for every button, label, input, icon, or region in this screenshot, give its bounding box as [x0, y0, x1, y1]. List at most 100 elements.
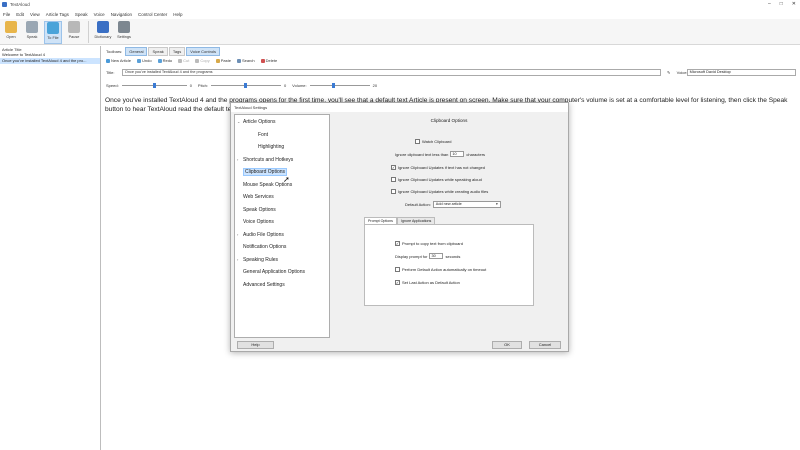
speed-thumb[interactable]	[152, 83, 156, 88]
cut-button[interactable]: Cut	[178, 58, 189, 63]
pitch-label: Pitch:	[197, 83, 208, 88]
speak-label: Speak	[26, 35, 38, 39]
tab-voice-controls[interactable]: Voice Controls	[186, 46, 221, 56]
paste-label: Paste	[220, 58, 231, 63]
tab-speak[interactable]: Speak	[148, 46, 168, 56]
menu-item-file[interactable]: File	[3, 12, 10, 17]
settings-label: Settings	[117, 35, 131, 39]
pencil-icon[interactable]: ✎	[665, 70, 673, 75]
tab-general[interactable]: General	[125, 46, 148, 56]
tree-item-mouse-speak-options[interactable]: Mouse Speak Options	[237, 181, 292, 189]
paste-button[interactable]: Paste	[215, 58, 231, 63]
menu-item-edit[interactable]: Edit	[16, 12, 24, 17]
paste-icon	[215, 58, 220, 63]
tree-item-speak-options[interactable]: Speak Options	[237, 206, 276, 214]
menu-item-view[interactable]: View	[30, 12, 40, 17]
speed-slider[interactable]	[121, 83, 187, 88]
perform-default-label: Perform Default Action automatically on …	[402, 267, 487, 272]
tab-ignore-applications[interactable]: Ignore Applications	[396, 217, 436, 224]
display-prompt-suffix: seconds	[445, 253, 461, 259]
open-button[interactable]: Open	[2, 21, 20, 44]
tree-item-label: Voice Options	[243, 219, 274, 225]
tree-item-shortcuts-and-hotkeys[interactable]: › Shortcuts and Hotkeys	[237, 156, 293, 164]
minimize-icon[interactable]: –	[768, 1, 771, 7]
ok-button[interactable]: OK	[492, 341, 522, 349]
ignore-less-input[interactable]: 10	[450, 151, 465, 157]
set-last-checkbox[interactable]: ✓	[395, 280, 400, 285]
tree-item-article-options[interactable]: ⌄ Article Options	[237, 118, 276, 126]
new-article-button[interactable]: New Article	[106, 58, 131, 63]
ignore-unchanged-checkbox[interactable]: ✓	[391, 165, 396, 170]
pause-button[interactable]: Pause	[65, 21, 83, 44]
close-icon[interactable]: ✕	[792, 1, 796, 7]
speed-label: Speed:	[106, 83, 119, 88]
volume-slider[interactable]	[309, 83, 370, 88]
tree-item-advanced-settings[interactable]: Advanced Settings	[237, 281, 285, 289]
default-action-select[interactable]: Add new article ▾	[432, 201, 501, 208]
tree-item-label: Mouse Speak Options	[243, 181, 293, 188]
pitch-slider[interactable]	[210, 83, 281, 88]
ignore-less-suffix: characters	[466, 151, 486, 157]
perform-default-checkbox[interactable]	[395, 267, 400, 272]
tree-item-speaking-rules[interactable]: › Speaking Rules	[237, 256, 278, 264]
tree-item-font[interactable]: Font	[252, 131, 268, 139]
toolbars-label: Toolbars:	[106, 48, 123, 54]
prompt-copy-label: Prompt to copy text from clipboard	[402, 241, 463, 246]
speed-slider-group: Speed: 0	[106, 83, 192, 88]
ignore-audio-checkbox[interactable]	[391, 189, 396, 194]
settings-icon	[118, 21, 130, 33]
title-label: Title:	[106, 70, 115, 75]
settings-tree: ➚ ⌄ Article Options Font Highlighting › Short…	[234, 114, 330, 338]
redo-button[interactable]: Redo	[157, 58, 172, 63]
display-prompt-input[interactable]: 30	[429, 253, 444, 259]
ignore-speaking-checkbox[interactable]	[391, 177, 396, 182]
voice-select[interactable]: Microsoft David Desktop	[686, 69, 796, 76]
pitch-thumb[interactable]	[244, 83, 248, 88]
menu-item-speak[interactable]: Speak	[75, 12, 88, 17]
main-ribbon: Open Speak To File Pause Dictionary Settings	[0, 19, 800, 45]
search-label: Search	[241, 58, 255, 63]
settings-button[interactable]: Settings	[115, 21, 133, 44]
menu-item-article-tags[interactable]: Article Tags	[46, 12, 69, 17]
tree-item-notification-options[interactable]: Notification Options	[237, 243, 286, 251]
ignore-less-label: Ignore clipboard text less than	[395, 151, 449, 157]
speak-button[interactable]: Speak	[23, 21, 41, 44]
open-icon	[5, 21, 17, 33]
prompt-copy-row: ✓ Prompt to copy text from clipboard	[395, 241, 463, 246]
cancel-button[interactable]: Cancel	[529, 341, 561, 349]
tree-item-clipboard-options[interactable]: Clipboard Options	[237, 168, 288, 176]
delete-label: Delete	[265, 58, 278, 63]
tree-item-voice-options[interactable]: Voice Options	[237, 218, 274, 226]
speed-value: 0	[189, 83, 192, 88]
menu-item-voice[interactable]: Voice	[94, 12, 105, 17]
list-item[interactable]: Once you've installed TextAloud 4 and th…	[0, 58, 100, 64]
delete-button[interactable]: Delete	[260, 58, 278, 63]
help-button[interactable]: Help	[237, 341, 274, 349]
menu-item-control-center[interactable]: Control Center	[138, 12, 167, 17]
maximize-icon[interactable]: □	[780, 1, 783, 7]
toolbar-tabs: Toolbars: General Speak Tags Voice Controls	[106, 46, 221, 56]
title-input[interactable]: Once you've installed TextAloud 4 and th…	[121, 69, 661, 76]
tree-item-audio-file-options[interactable]: › Audio File Options	[237, 231, 284, 239]
tab-tags[interactable]: Tags	[168, 46, 186, 56]
ignore-speaking-label: Ignore Clipboard Updates while speaking …	[398, 177, 482, 182]
default-action-label: Default Action:	[405, 202, 431, 207]
tree-item-web-services[interactable]: Web Services	[237, 193, 274, 201]
undo-button[interactable]: Undo	[137, 58, 152, 63]
search-button[interactable]: Search	[236, 58, 255, 63]
tree-item-highlighting[interactable]: Highlighting	[252, 143, 284, 151]
dictionary-button[interactable]: Dictionary	[94, 21, 112, 44]
tree-item-label: Audio File Options	[243, 231, 284, 238]
watch-clipboard-checkbox[interactable]	[415, 139, 420, 144]
tab-prompt-options[interactable]: Prompt Options	[364, 217, 397, 224]
copy-button[interactable]: Copy	[195, 58, 210, 63]
menu-item-navigation[interactable]: Navigation	[111, 12, 132, 17]
search-icon	[236, 58, 241, 63]
menu-item-help[interactable]: Help	[173, 12, 182, 17]
delete-icon	[260, 58, 265, 63]
tree-item-general-application-options[interactable]: General Application Options	[237, 268, 305, 276]
prompt-copy-checkbox[interactable]: ✓	[395, 241, 400, 246]
volume-thumb[interactable]	[332, 83, 336, 88]
to-file-button[interactable]: To File	[44, 21, 62, 44]
set-last-label: Set Last Action as Default Action	[402, 280, 460, 285]
